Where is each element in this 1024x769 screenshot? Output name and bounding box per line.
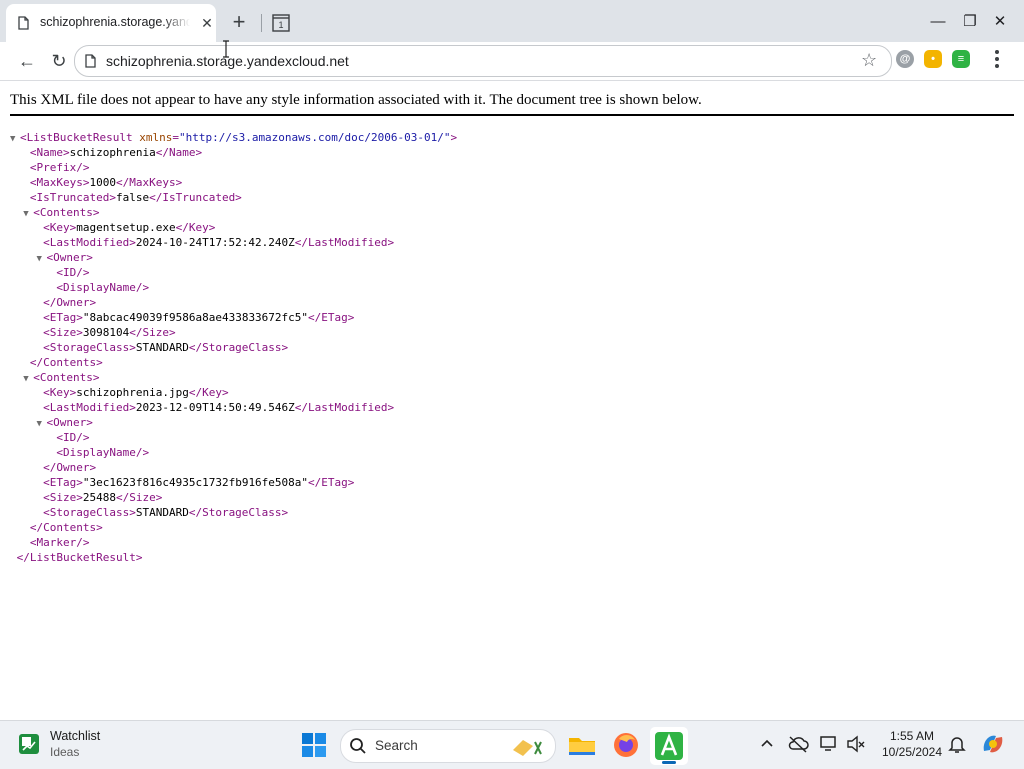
xml-maxkeys-line: <MaxKeys>1000</MaxKeys> xyxy=(29,176,183,189)
minimize-button[interactable]: — xyxy=(928,12,948,32)
notification-bell-icon[interactable] xyxy=(946,733,968,755)
object-storage-class: STANDARD xyxy=(135,506,189,519)
xml-storageclass-line: <StorageClass>STANDARD</StorageClass> xyxy=(43,506,289,519)
xml-marker-line: <Marker/> xyxy=(29,536,90,549)
new-tab-button[interactable]: + xyxy=(228,11,250,34)
page-icon xyxy=(18,16,29,30)
object-last-modified: 2024-10-24T17:52:42.240Z xyxy=(135,236,295,249)
object-storage-class: STANDARD xyxy=(135,341,189,354)
xml-contents-close: </Contents> xyxy=(29,356,103,369)
ext-chat-icon[interactable]: • xyxy=(924,50,942,68)
search-highlight-icon xyxy=(513,740,542,756)
xml-contents-open: ▼ <Contents> xyxy=(10,205,457,220)
xml-etag-line: <ETag>"8abcac49039f9586a8ae433833672fc5"… xyxy=(43,311,355,324)
tab-title: schizophrenia.storage.yandexcloud.net xyxy=(40,15,190,29)
search-label: Search xyxy=(375,738,418,753)
xml-owner-close: </Owner> xyxy=(43,296,97,309)
max-keys-value: 1000 xyxy=(89,176,116,189)
xml-size-line: <Size>3098104</Size> xyxy=(43,326,176,339)
object-etag: "8abcac49039f9586a8ae433833672fc5" xyxy=(82,311,309,324)
xml-root-open: ▼ <ListBucketResult xmlns="http://s3.amaz… xyxy=(10,130,457,145)
tab-close-icon[interactable]: ✕ xyxy=(198,14,216,32)
active-app-button[interactable] xyxy=(650,727,688,765)
xml-displayname-line: <DisplayName/> xyxy=(56,446,150,459)
taskbar-search-box[interactable]: Search xyxy=(340,729,556,763)
object-last-modified: 2023-12-09T14:50:49.546Z xyxy=(135,401,295,414)
xml-id-line: <ID/> xyxy=(56,431,90,444)
clock-date[interactable]: 10/25/2024 xyxy=(876,745,948,759)
xml-size-line: <Size>25488</Size> xyxy=(43,491,163,504)
tab-count-icon: 1 xyxy=(272,14,290,32)
search-icon xyxy=(350,738,366,754)
chevron-up-icon[interactable] xyxy=(756,733,778,755)
xml-root-close: </ListBucketResult> xyxy=(16,551,143,564)
reload-button[interactable]: ↻ xyxy=(47,49,71,73)
ext-at-icon[interactable]: @ xyxy=(896,50,914,68)
clock-time[interactable]: 1:55 AM xyxy=(882,729,942,743)
object-key: schizophrenia.jpg xyxy=(76,386,189,399)
xmlns-attr-value: "http://s3.amazonaws.com/doc/2006-03-01/… xyxy=(178,131,451,144)
text-cursor-icon xyxy=(223,40,229,58)
ext-list-icon[interactable]: ≡ xyxy=(952,50,970,68)
is-truncated-value: false xyxy=(115,191,150,204)
tab-separator xyxy=(261,14,262,32)
browser-toolbar: ← ↻ schizophrenia.storage.yandexcloud.ne… xyxy=(0,42,1024,81)
xml-storageclass-line: <StorageClass>STANDARD</StorageClass> xyxy=(43,341,289,354)
xml-owner-open: ▼ <Owner> xyxy=(10,250,457,265)
widget-title: Watchlist xyxy=(50,729,101,743)
xml-name-line: <Name>schizophrenia</Name> xyxy=(29,146,203,159)
start-windows-icon[interactable] xyxy=(299,730,329,760)
xml-displayname-line: <DisplayName/> xyxy=(56,281,150,294)
bookmark-star-icon[interactable]: ☆ xyxy=(861,50,877,71)
xml-tree: ▼ <ListBucketResult xmlns="http://s3.amaz… xyxy=(10,130,457,565)
xml-lastmodified-line: <LastModified>2023-12-09T14:50:49.546Z</… xyxy=(43,401,395,414)
taskbar: Watchlist Ideas Search 1:55 AM 10/25/202… xyxy=(0,720,1024,769)
browser-tab[interactable]: schizophrenia.storage.yandexcloud.net ✕ xyxy=(6,4,216,42)
menu-dots-icon[interactable] xyxy=(990,48,1004,70)
xml-contents-close: </Contents> xyxy=(29,521,103,534)
xmlns-attr-name: xmlns xyxy=(139,131,173,144)
watchlist-icon xyxy=(19,734,39,754)
xml-contents-open: ▼ <Contents> xyxy=(10,370,457,385)
xml-key-line: <Key>magentsetup.exe</Key> xyxy=(43,221,216,234)
root-tag-name: ListBucketResult xyxy=(29,551,136,564)
tab-count-label: 1 xyxy=(278,20,283,30)
object-size: 3098104 xyxy=(82,326,130,339)
cloud-offline-icon[interactable] xyxy=(787,733,809,755)
restore-button[interactable]: ❐ xyxy=(960,12,980,32)
xml-owner-close: </Owner> xyxy=(43,461,97,474)
app-a-icon xyxy=(655,732,683,760)
xml-prefix-line: <Prefix/> xyxy=(29,161,90,174)
object-size: 25488 xyxy=(82,491,116,504)
copilot-icon[interactable] xyxy=(980,731,1006,757)
close-window-button[interactable]: ✕ xyxy=(990,12,1010,32)
xml-istruncated-line: <IsTruncated>false</IsTruncated> xyxy=(29,191,242,204)
object-key: magentsetup.exe xyxy=(76,221,176,234)
volume-muted-icon[interactable] xyxy=(845,733,867,755)
root-tag-name: ListBucketResult xyxy=(26,131,133,144)
xml-id-line: <ID/> xyxy=(56,266,90,279)
xml-etag-line: <ETag>"3ec1623f816c4935c1732fb916fe508a"… xyxy=(43,476,355,489)
file-explorer-icon[interactable] xyxy=(567,730,597,760)
xml-style-notice: This XML file does not appear to have an… xyxy=(10,92,1014,116)
network-icon[interactable] xyxy=(818,733,840,755)
tab-search-button[interactable]: 1 xyxy=(271,13,291,33)
widget-subtitle: Ideas xyxy=(50,745,80,759)
address-bar[interactable]: schizophrenia.storage.yandexcloud.net ☆ xyxy=(74,45,892,77)
page-info-icon[interactable] xyxy=(85,54,96,68)
xml-owner-open: ▼ <Owner> xyxy=(10,415,457,430)
object-etag: "3ec1623f816c4935c1732fb916fe508a" xyxy=(82,476,309,489)
xml-lastmodified-line: <LastModified>2024-10-24T17:52:42.240Z</… xyxy=(43,236,395,249)
bucket-name: schizophrenia xyxy=(69,146,156,159)
firefox-icon[interactable] xyxy=(611,730,641,760)
active-app-indicator xyxy=(662,761,676,764)
back-button[interactable]: ← xyxy=(15,49,39,73)
tab-strip: schizophrenia.storage.yandexcloud.net ✕ … xyxy=(0,0,1024,42)
xml-key-line: <Key>schizophrenia.jpg</Key> xyxy=(43,386,229,399)
